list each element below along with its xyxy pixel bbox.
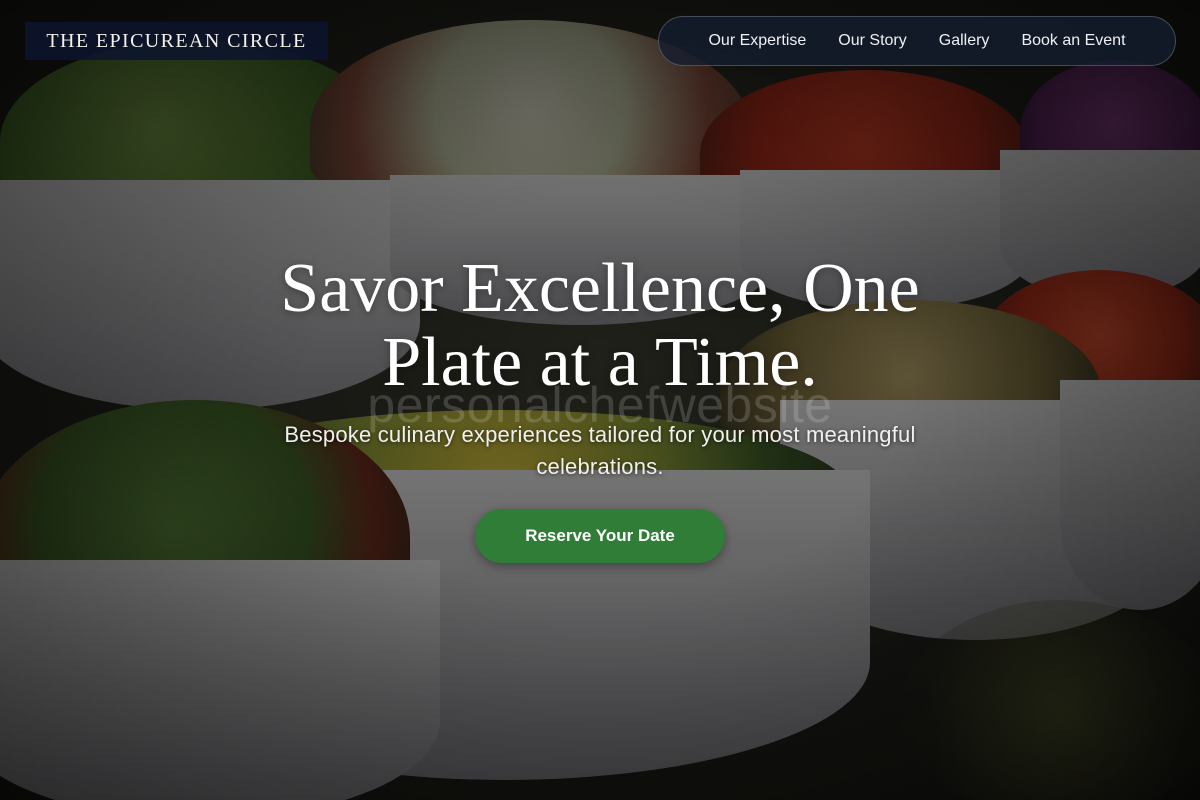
brand-logo[interactable]: THE EPICUREAN CIRCLE [25,22,328,60]
hero-subtitle: Bespoke culinary experiences tailored fo… [200,419,1000,483]
brand-name: THE EPICUREAN CIRCLE [46,30,307,52]
nav-link-book-an-event[interactable]: Book an Event [1021,32,1125,50]
main-nav: Our Expertise Our Story Gallery Book an … [658,16,1176,66]
nav-link-our-expertise[interactable]: Our Expertise [708,32,806,50]
nav-link-our-story[interactable]: Our Story [838,32,906,50]
hero-subtitle-line-1: Bespoke culinary experiences tailored fo… [284,422,916,447]
nav-link-gallery[interactable]: Gallery [939,32,990,50]
hero-title-line-1: Savor Excellence, One [280,250,920,327]
reserve-date-button[interactable]: Reserve Your Date [475,509,725,563]
hero-subtitle-line-2: celebrations. [536,454,664,479]
